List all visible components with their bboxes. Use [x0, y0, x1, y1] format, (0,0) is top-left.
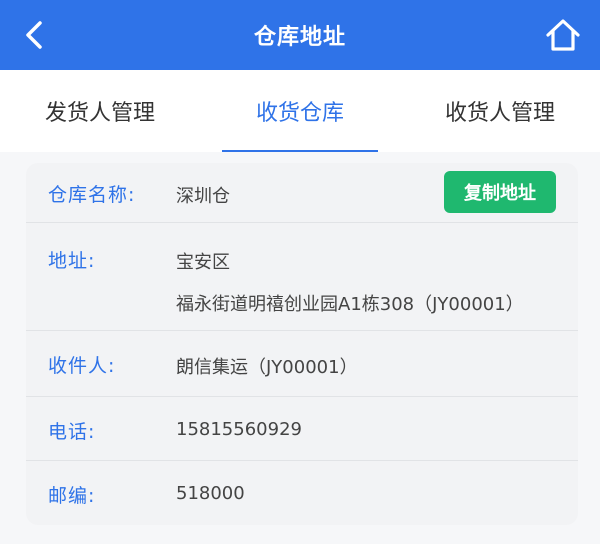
- page-title: 仓库地址: [253, 25, 346, 50]
- app-header: 仓库地址: [0, 0, 600, 70]
- tab-receiving-warehouse[interactable]: 收货仓库: [200, 70, 400, 152]
- address-line-1: 宝安区: [176, 252, 230, 273]
- warehouse-name-value: 深圳仓: [176, 186, 230, 207]
- phone-label: 电话:: [48, 421, 96, 443]
- phone-value: 15815560929: [176, 419, 302, 440]
- tab-shipper-management[interactable]: 发货人管理: [0, 70, 200, 152]
- chevron-left-icon[interactable]: [18, 17, 54, 53]
- tab-receiver-management[interactable]: 收货人管理: [400, 70, 600, 152]
- row-phone: 电话: 15815560929: [26, 397, 578, 461]
- address-label: 地址:: [48, 250, 96, 272]
- home-icon[interactable]: [544, 16, 582, 54]
- warehouse-card: 仓库名称: 深圳仓 复制地址 地址: 宝安区 福永街道明禧创业园A1栋308（J…: [26, 163, 578, 525]
- copy-address-button[interactable]: 复制地址: [444, 171, 556, 213]
- address-line-2: 福永街道明禧创业园A1栋308（JY00001）: [176, 294, 524, 315]
- row-receiver: 收件人: 朗信集运（JY00001）: [26, 331, 578, 397]
- row-address: 地址: 宝安区 福永街道明禧创业园A1栋308（JY00001）: [26, 223, 578, 331]
- row-zip: 邮编: 518000: [26, 461, 578, 525]
- zip-value: 518000: [176, 483, 245, 504]
- receiver-label: 收件人:: [48, 355, 116, 377]
- receiver-value: 朗信集运（JY00001）: [176, 357, 358, 378]
- row-warehouse-name: 仓库名称: 深圳仓 复制地址: [26, 163, 578, 223]
- zip-label: 邮编:: [48, 485, 96, 507]
- warehouse-name-label: 仓库名称:: [48, 184, 136, 206]
- tab-bar: 发货人管理 收货仓库 收货人管理: [0, 70, 600, 152]
